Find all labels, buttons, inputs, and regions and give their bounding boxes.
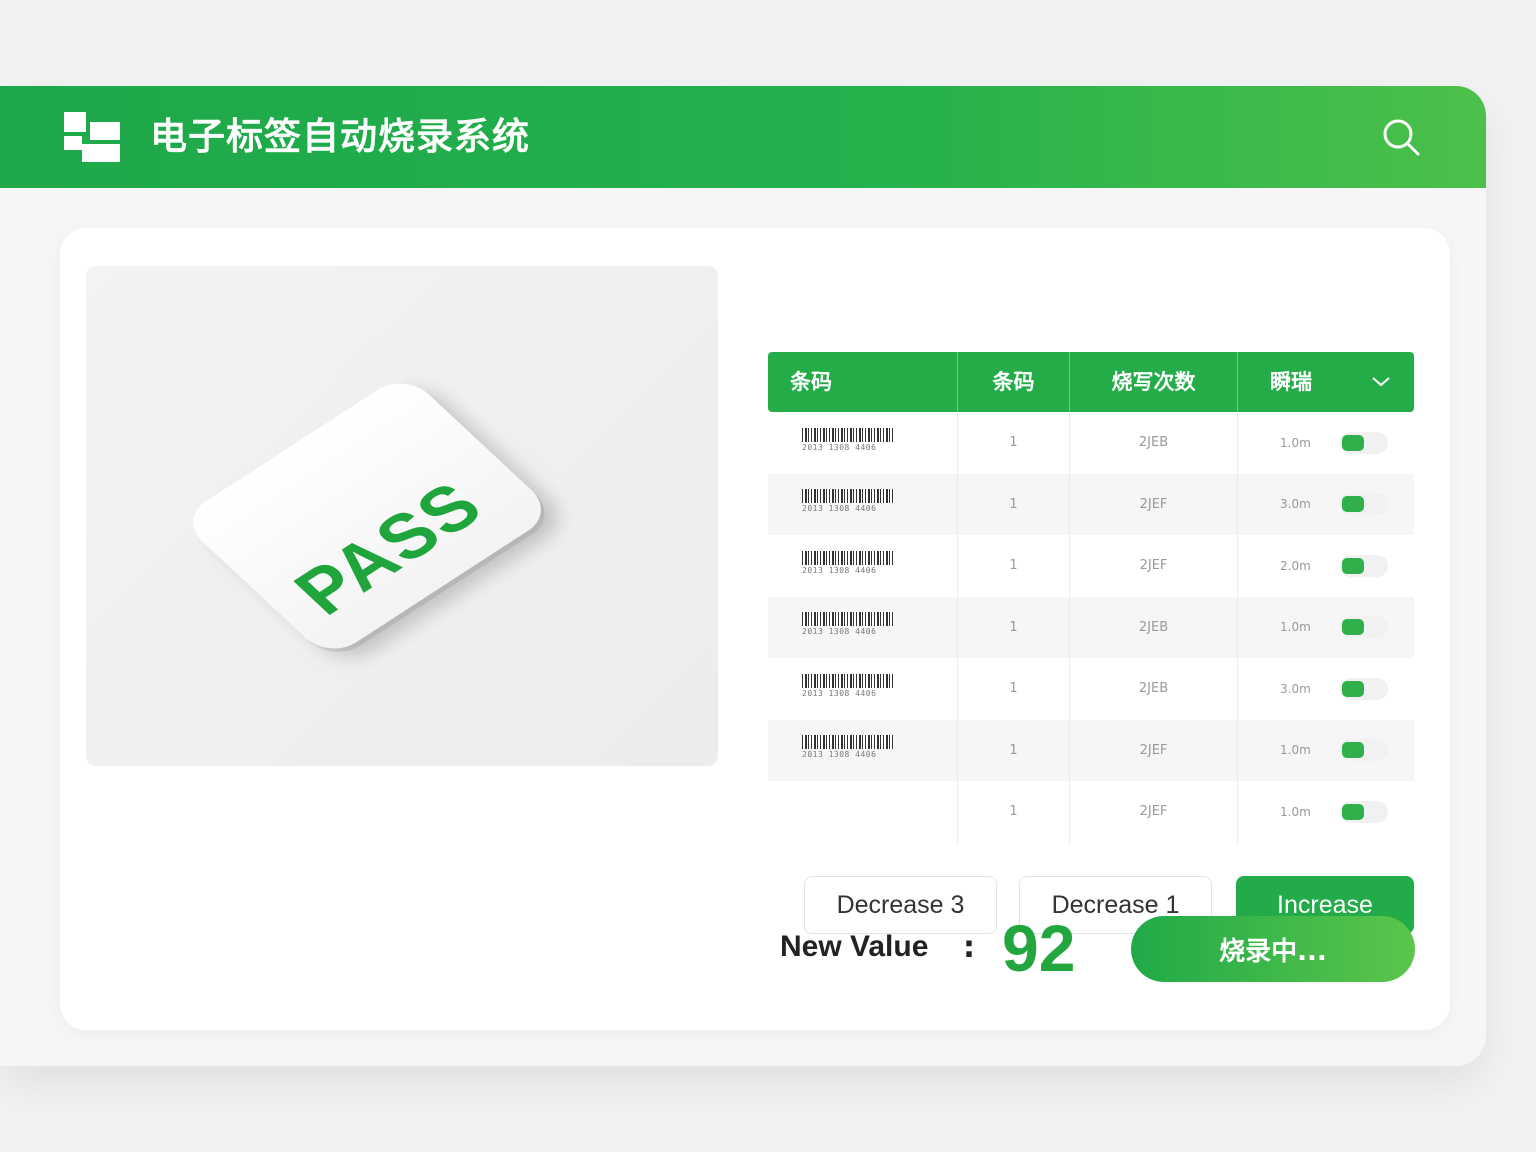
toggle-knob bbox=[1342, 803, 1364, 820]
status-cell: 3.0m bbox=[1238, 658, 1414, 720]
status-cell: 3.0m bbox=[1238, 474, 1414, 536]
value-cell: 2JEF bbox=[1070, 473, 1238, 535]
barcode-image: 2013 1308 4406 bbox=[802, 735, 902, 765]
barcode-image: 2013 1308 4406 bbox=[802, 427, 902, 458]
app-logo-icon bbox=[64, 112, 120, 162]
barcode-cell: 2013 1308 4406 bbox=[768, 412, 958, 474]
toggle-knob bbox=[1342, 680, 1364, 697]
table-row: 2013 1308 4406 1 2JEF 3.0m bbox=[768, 473, 1414, 536]
burning-button[interactable]: 烧录中... bbox=[1131, 916, 1415, 982]
decrease-3-button[interactable]: Decrease 3 bbox=[804, 876, 997, 934]
duration-text: 1.0m bbox=[1280, 743, 1311, 758]
table-row: 2013 1308 4406 1 2JEB 1.0m bbox=[768, 596, 1414, 659]
column-barcode-2: 条码 bbox=[958, 352, 1070, 412]
app-header: 电子标签自动烧录系统 bbox=[0, 86, 1486, 188]
barcode-image: 2013 1308 4406 bbox=[802, 550, 902, 581]
toggle-knob bbox=[1342, 619, 1364, 636]
duration-text: 3.0m bbox=[1280, 497, 1311, 512]
barcode-cell: 2013 1308 4406 bbox=[768, 719, 958, 781]
app-title: 电子标签自动烧录系统 bbox=[150, 115, 530, 158]
barcode-cell: 2013 1308 4406 bbox=[768, 596, 958, 658]
toggle-knob bbox=[1342, 742, 1364, 759]
barcode-bars bbox=[802, 550, 894, 565]
barcode-cell: 2013 1308 4406 bbox=[768, 473, 958, 535]
enable-toggle[interactable] bbox=[1340, 554, 1388, 577]
barcode-digits: 2013 1308 4406 bbox=[802, 627, 877, 637]
barcode-digits: 2013 1308 4406 bbox=[802, 442, 877, 452]
duration-text: 1.0m bbox=[1280, 435, 1311, 450]
status-cell: 1.0m bbox=[1238, 412, 1414, 474]
duration-text: 3.0m bbox=[1280, 681, 1311, 696]
duration-text: 1.0m bbox=[1280, 620, 1311, 635]
enable-toggle[interactable] bbox=[1340, 677, 1388, 700]
column-status[interactable]: 瞬瑞 bbox=[1238, 352, 1414, 412]
new-value-colon: : bbox=[963, 930, 975, 965]
column-barcode: 条码 bbox=[768, 352, 958, 412]
search-icon[interactable] bbox=[1380, 116, 1422, 158]
barcode-digits: 2013 1308 4406 bbox=[802, 688, 877, 698]
barcode-digits: 2013 1308 4406 bbox=[802, 565, 877, 575]
barcode-cell: 2013 1308 4406 bbox=[768, 535, 958, 597]
enable-toggle[interactable] bbox=[1340, 493, 1388, 516]
value-cell: 2JEB bbox=[1070, 596, 1238, 658]
enable-toggle[interactable] bbox=[1340, 739, 1388, 762]
count-cell: 1 bbox=[958, 473, 1070, 535]
barcode-digits: 2013 1308 4406 bbox=[802, 750, 877, 760]
enable-toggle[interactable] bbox=[1340, 431, 1388, 454]
barcode-digits: 2013 1308 4406 bbox=[802, 504, 877, 514]
count-cell: 1 bbox=[958, 719, 1070, 781]
toggle-knob bbox=[1342, 434, 1364, 451]
table-row: 1 2JEF 1.0m bbox=[768, 781, 1414, 843]
toggle-knob bbox=[1342, 496, 1364, 513]
status-cell: 1.0m bbox=[1238, 597, 1414, 659]
barcode-cell: 2013 1308 4406 bbox=[768, 658, 958, 720]
new-value-label: New Value bbox=[780, 930, 929, 963]
duration-text: 1.0m bbox=[1280, 804, 1311, 819]
value-cell: 2JEB bbox=[1070, 658, 1238, 720]
table-row: 2013 1308 4406 1 2JEF 1.0m bbox=[768, 719, 1414, 782]
count-cell: 1 bbox=[958, 412, 1070, 474]
column-write-count: 烧写次数 bbox=[1070, 352, 1238, 412]
burn-record-table: 条码 条码 烧写次数 瞬瑞 2013 1308 4406 1 2JEB 1.0m 201… bbox=[768, 352, 1414, 843]
column-status-label: 瞬瑞 bbox=[1270, 370, 1312, 394]
barcode-bars bbox=[802, 735, 894, 750]
status-cell: 2.0m bbox=[1238, 535, 1414, 597]
status-cell: 1.0m bbox=[1238, 720, 1414, 782]
value-cell: 2JEB bbox=[1070, 412, 1238, 474]
enable-toggle[interactable] bbox=[1340, 800, 1388, 823]
barcode-image: 2013 1308 4406 bbox=[802, 673, 902, 704]
count-cell: 1 bbox=[958, 535, 1070, 597]
pass-preview: PASS bbox=[86, 266, 718, 766]
barcode-image: 2013 1308 4406 bbox=[802, 612, 902, 642]
main-card: PASS 条码 条码 烧写次数 瞬瑞 2013 1308 4406 1 2JEB 1.… bbox=[60, 228, 1450, 1030]
barcode-bars bbox=[802, 612, 894, 627]
barcode-bars bbox=[802, 489, 894, 504]
barcode-bars bbox=[802, 427, 894, 442]
value-cell: 2JEF bbox=[1070, 719, 1238, 781]
status-cell: 1.0m bbox=[1238, 781, 1414, 843]
toggle-knob bbox=[1342, 557, 1364, 574]
enable-toggle[interactable] bbox=[1340, 616, 1388, 639]
table-row: 2013 1308 4406 1 2JEB 3.0m bbox=[768, 658, 1414, 720]
count-cell: 1 bbox=[958, 596, 1070, 658]
value-cell: 2JEF bbox=[1070, 535, 1238, 597]
table-body: 2013 1308 4406 1 2JEB 1.0m 2013 1308 4406 1 2J… bbox=[768, 412, 1414, 843]
chevron-down-icon[interactable] bbox=[1370, 352, 1392, 412]
table-row: 2013 1308 4406 1 2JEB 1.0m bbox=[768, 412, 1414, 474]
table-header: 条码 条码 烧写次数 瞬瑞 bbox=[768, 352, 1414, 412]
count-cell: 1 bbox=[958, 658, 1070, 720]
value-cell: 2JEF bbox=[1070, 781, 1238, 843]
table-row: 2013 1308 4406 1 2JEF 2.0m bbox=[768, 535, 1414, 597]
new-value-number: 92 bbox=[1002, 911, 1076, 985]
barcode-cell bbox=[768, 781, 958, 843]
duration-text: 2.0m bbox=[1280, 558, 1311, 573]
barcode-bars bbox=[802, 673, 894, 688]
count-cell: 1 bbox=[958, 781, 1070, 843]
barcode-image: 2013 1308 4406 bbox=[802, 489, 902, 519]
